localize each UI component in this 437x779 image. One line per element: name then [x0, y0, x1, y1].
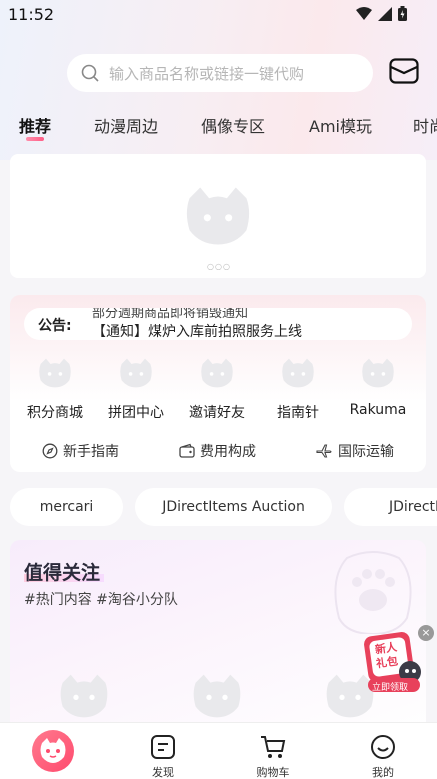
quick-link-label: 积分商城	[27, 405, 83, 421]
search-input[interactable]: 输入商品名称或链接一键代购	[67, 54, 373, 92]
discover-icon	[151, 735, 175, 759]
tab-fashion[interactable]: 时尚	[413, 113, 437, 137]
invite-friends-icon	[199, 355, 235, 391]
quick-link-label: 拼团中心	[108, 405, 164, 421]
notice-text: 【通知】煤炉入库前拍照服务上线	[92, 324, 302, 340]
featured-tags: #热门内容 #淘谷小分队	[24, 592, 178, 608]
category-tabs: 推荐 动漫周边 偶像专区 Ami模玩 时尚	[0, 108, 437, 148]
help-link-shipping[interactable]: 国际运输	[316, 441, 394, 461]
quick-link-group-buy[interactable]: 拼团中心	[96, 355, 176, 422]
gift-cta: 立即领取	[372, 683, 409, 693]
close-icon[interactable]: ×	[418, 625, 434, 641]
newcomer-gift-widget[interactable]: 新人 礼包 立即领取	[362, 628, 424, 696]
placeholder-cat-icon	[182, 184, 254, 248]
wifi-icon	[356, 6, 372, 20]
smile-icon	[371, 735, 395, 759]
help-link-beginner-guide[interactable]: 新手指南	[42, 441, 119, 461]
nav-label: 购物车	[256, 766, 290, 779]
points-mall-icon	[37, 355, 73, 391]
pill-mercari[interactable]: mercari	[10, 488, 123, 526]
compass-icon	[42, 443, 58, 459]
featured-title: 值得关注	[24, 562, 101, 584]
quick-link-label: 指南针	[277, 405, 319, 421]
help-link-fees[interactable]: 费用构成	[179, 441, 256, 461]
nav-discover[interactable]: 发现	[123, 723, 203, 779]
signal-icon	[378, 6, 392, 21]
group-buy-icon	[118, 355, 154, 391]
pill-jdirect-items[interactable]: JDirectItems	[344, 488, 437, 526]
notice-label: 公告:	[38, 318, 72, 334]
quick-link-points-mall[interactable]: 积分商城	[15, 355, 95, 422]
quick-link-compass[interactable]: 指南针	[258, 355, 338, 422]
carousel-dots: ○○○	[207, 262, 231, 271]
cart-icon	[261, 736, 286, 758]
home-cat-icon	[40, 738, 66, 763]
platform-pills: mercari JDirectItems Auction JDirectItem…	[0, 488, 437, 526]
gift-text-line2: 礼包	[375, 654, 399, 671]
paw-watermark-icon	[334, 551, 412, 634]
placeholder-cat-icon	[56, 672, 112, 720]
status-time: 11:52	[8, 4, 55, 24]
quick-link-label: Rakuma	[349, 402, 407, 418]
search-placeholder: 输入商品名称或链接一键代购	[109, 64, 305, 83]
search-icon	[81, 64, 99, 82]
help-link-label: 国际运输	[338, 444, 394, 460]
plane-icon	[316, 444, 332, 458]
tab-recommend[interactable]: 推荐	[19, 113, 51, 137]
pill-jdirect-auction[interactable]: JDirectItems Auction	[135, 488, 332, 526]
compass-guide-icon	[280, 355, 316, 391]
nav-label: 我的	[372, 766, 394, 779]
nav-home[interactable]	[32, 730, 74, 772]
help-link-label: 费用构成	[200, 444, 256, 460]
tab-anime-merch[interactable]: 动漫周边	[94, 113, 158, 137]
banner-carousel[interactable]	[10, 154, 426, 278]
nav-cart[interactable]: 购物车	[233, 723, 313, 779]
quick-link-invite[interactable]: 邀请好友	[177, 355, 257, 422]
battery-icon	[398, 6, 407, 21]
active-tab-indicator	[26, 137, 44, 141]
placeholder-cat-icon	[189, 672, 245, 720]
quick-link-rakuma[interactable]: Rakuma	[338, 355, 418, 418]
rakuma-icon	[360, 355, 396, 391]
nav-me[interactable]: 我的	[343, 723, 423, 779]
tab-idol[interactable]: 偶像专区	[201, 113, 265, 137]
help-link-label: 新手指南	[63, 444, 119, 460]
mail-icon[interactable]	[389, 58, 419, 84]
wallet-icon	[179, 443, 195, 458]
tab-ami-models[interactable]: Ami模玩	[309, 113, 372, 137]
quick-link-label: 邀请好友	[189, 405, 245, 421]
notice-bar[interactable]: 公告: 部分週期商品即将销毁通知 【通知】煤炉入库前拍照服务上线	[24, 308, 412, 340]
status-icons	[356, 6, 407, 21]
nav-label: 发现	[152, 766, 174, 779]
